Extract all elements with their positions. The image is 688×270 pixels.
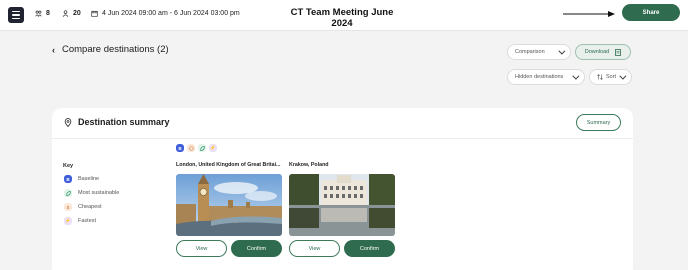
page-title: Compare destinations (2) (62, 44, 169, 55)
leaf-badge (64, 189, 72, 197)
key-label: Fastest (78, 218, 97, 224)
badge-legend-row: B ⚡ (176, 144, 217, 152)
page-heading: ‹ Compare destinations (2) (52, 44, 169, 55)
baseline-badge: B (64, 175, 72, 183)
travellers-count: 8 (35, 10, 50, 17)
event-dates: 4 Jun 2024 09:00 am - 6 Jun 2024 03:00 p… (91, 10, 240, 17)
destination-name: London, United Kingdom of Great Britai..… (176, 162, 281, 168)
back-chevron-icon[interactable]: ‹ (52, 45, 55, 55)
krakow-photo (289, 174, 395, 236)
chevron-down-icon (572, 72, 580, 80)
menu-icon-line (12, 14, 20, 16)
top-bar: 8 20 4 Jun 2024 09:00 am - 6 Jun 2024 03… (0, 0, 688, 31)
london-photo (176, 174, 282, 236)
divider (52, 138, 633, 139)
person-icon (62, 10, 69, 17)
menu-button[interactable] (8, 7, 24, 23)
sustainable-badge (198, 144, 206, 152)
cheapest-badge (187, 144, 195, 152)
sort-label: Sort (605, 74, 617, 80)
leaf-icon (199, 145, 205, 151)
key-item-sustainable: Most sustainable (64, 189, 119, 197)
key-item-fastest: ⚡ Fastest (64, 217, 96, 225)
key-label: Baseline (78, 176, 100, 182)
attendees-count-value: 20 (73, 10, 81, 17)
event-dates-value: 4 Jun 2024 09:00 am - 6 Jun 2024 03:00 p… (102, 10, 240, 17)
location-pin-icon (64, 117, 72, 127)
travellers-count-value: 8 (46, 10, 50, 17)
key-label: Cheapest (78, 204, 102, 210)
fastest-badge: ⚡ (209, 144, 217, 152)
fastest-badge: ⚡ (64, 217, 72, 225)
card-title: Destination summary (78, 117, 170, 127)
attendees-count: 20 (62, 10, 81, 17)
arrow-right-icon (563, 11, 615, 17)
sort-dropdown[interactable]: Sort (589, 69, 632, 85)
comparison-label: Comparison (515, 49, 545, 55)
view-button[interactable]: View (289, 240, 340, 257)
download-button[interactable]: Download (575, 44, 631, 60)
document-icon (615, 48, 622, 56)
sort-icon (597, 74, 603, 80)
hidden-destinations-dropdown[interactable]: Hidden destinations (507, 69, 585, 85)
calendar-icon (91, 10, 98, 17)
chevron-down-icon (558, 47, 566, 55)
menu-icon-line (12, 17, 20, 19)
hidden-destinations-label: Hidden destinations (515, 74, 564, 80)
comparison-dropdown[interactable]: Comparison (507, 44, 571, 60)
view-button[interactable]: View (176, 240, 227, 257)
key-title: Key (63, 163, 74, 169)
destination-summary-card: Destination summary Summary B ⚡ Key B Ba… (52, 108, 633, 270)
share-button[interactable]: Share (622, 4, 680, 21)
menu-icon-line (12, 11, 20, 13)
key-item-baseline: B Baseline (64, 175, 99, 183)
leaf-icon (65, 190, 71, 196)
confirm-button[interactable]: Confirm (344, 240, 395, 257)
cheapest-badge: $ (64, 203, 72, 211)
event-title: CT Team Meeting June 2024 (290, 7, 394, 29)
key-item-cheapest: $ Cheapest (64, 203, 102, 211)
traveller-icon (35, 10, 42, 17)
chevron-down-icon (619, 72, 627, 80)
summary-button[interactable]: Summary (576, 114, 621, 131)
key-label: Most sustainable (78, 190, 120, 196)
download-label: Download (584, 49, 610, 55)
coin-icon (188, 145, 194, 151)
confirm-button[interactable]: Confirm (231, 240, 282, 257)
card-heading: Destination summary (64, 117, 170, 127)
destination-name: Krakow, Poland (289, 162, 329, 168)
baseline-badge: B (176, 144, 184, 152)
